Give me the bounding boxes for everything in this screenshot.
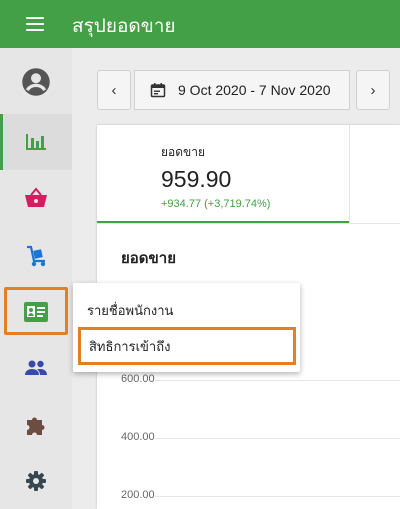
date-range-bar: ‹ 9 Oct 2020 - 7 Nov 2020 › <box>97 70 400 110</box>
calendar-icon <box>150 82 166 98</box>
sidebar-item-integrations[interactable] <box>0 398 72 454</box>
sidebar <box>0 48 72 509</box>
puzzle-icon <box>27 417 45 435</box>
chevron-left-icon: ‹ <box>111 81 117 99</box>
metric-change: +934.77 (+3,719.74%) <box>161 198 271 210</box>
highlight-box <box>4 287 68 335</box>
menu-item-staff-list[interactable]: รายชื่อพนักงาน <box>73 291 300 329</box>
menu-item-access-rights[interactable]: สิทธิการเข้าถึง <box>78 327 296 365</box>
metric-tab-indicator <box>97 221 349 223</box>
sidebar-item-account[interactable] <box>0 54 72 110</box>
hamburger-icon[interactable] <box>20 12 52 36</box>
next-period-button[interactable]: › <box>356 70 390 110</box>
grid-line <box>155 496 400 497</box>
active-indicator <box>0 114 3 170</box>
card-divider <box>97 223 400 224</box>
prev-period-button[interactable]: ‹ <box>97 70 131 110</box>
bar-chart-icon <box>26 134 46 150</box>
hand-truck-icon <box>27 245 46 267</box>
people-icon <box>25 360 47 375</box>
grid-line <box>155 380 400 381</box>
basket-icon <box>25 187 47 207</box>
account-circle-icon <box>22 68 50 96</box>
metric-divider <box>349 125 350 223</box>
chevron-right-icon: › <box>370 81 376 99</box>
sidebar-item-customers[interactable] <box>0 340 72 396</box>
y-axis-label: 200.00 <box>121 489 155 501</box>
sales-metric[interactable]: ยอดขาย 959.90 +934.77 (+3,719.74%) <box>161 143 270 210</box>
sidebar-item-inventory[interactable] <box>0 228 72 284</box>
page-title: สรุปยอดขาย <box>72 16 176 37</box>
staff-dropdown-menu: รายชื่อพนักงาน สิทธิการเข้าถึง <box>73 283 300 372</box>
sidebar-item-sales-report[interactable] <box>0 114 72 170</box>
chart-title: ยอดขาย <box>121 250 177 267</box>
metric-value: 959.90 <box>161 166 232 192</box>
date-range-text: 9 Oct 2020 - 7 Nov 2020 <box>178 82 331 98</box>
y-axis-label: 600.00 <box>121 373 155 385</box>
sidebar-item-settings[interactable] <box>0 453 72 509</box>
sidebar-item-staff[interactable] <box>0 284 72 340</box>
y-axis-label: 400.00 <box>121 431 155 443</box>
sidebar-item-orders[interactable] <box>0 170 72 226</box>
metric-label: ยอดขาย <box>161 145 206 159</box>
date-range-picker[interactable]: 9 Oct 2020 - 7 Nov 2020 <box>134 70 350 110</box>
gear-icon <box>26 471 46 491</box>
app-header: สรุปยอดขาย <box>0 0 400 48</box>
grid-line <box>155 438 400 439</box>
